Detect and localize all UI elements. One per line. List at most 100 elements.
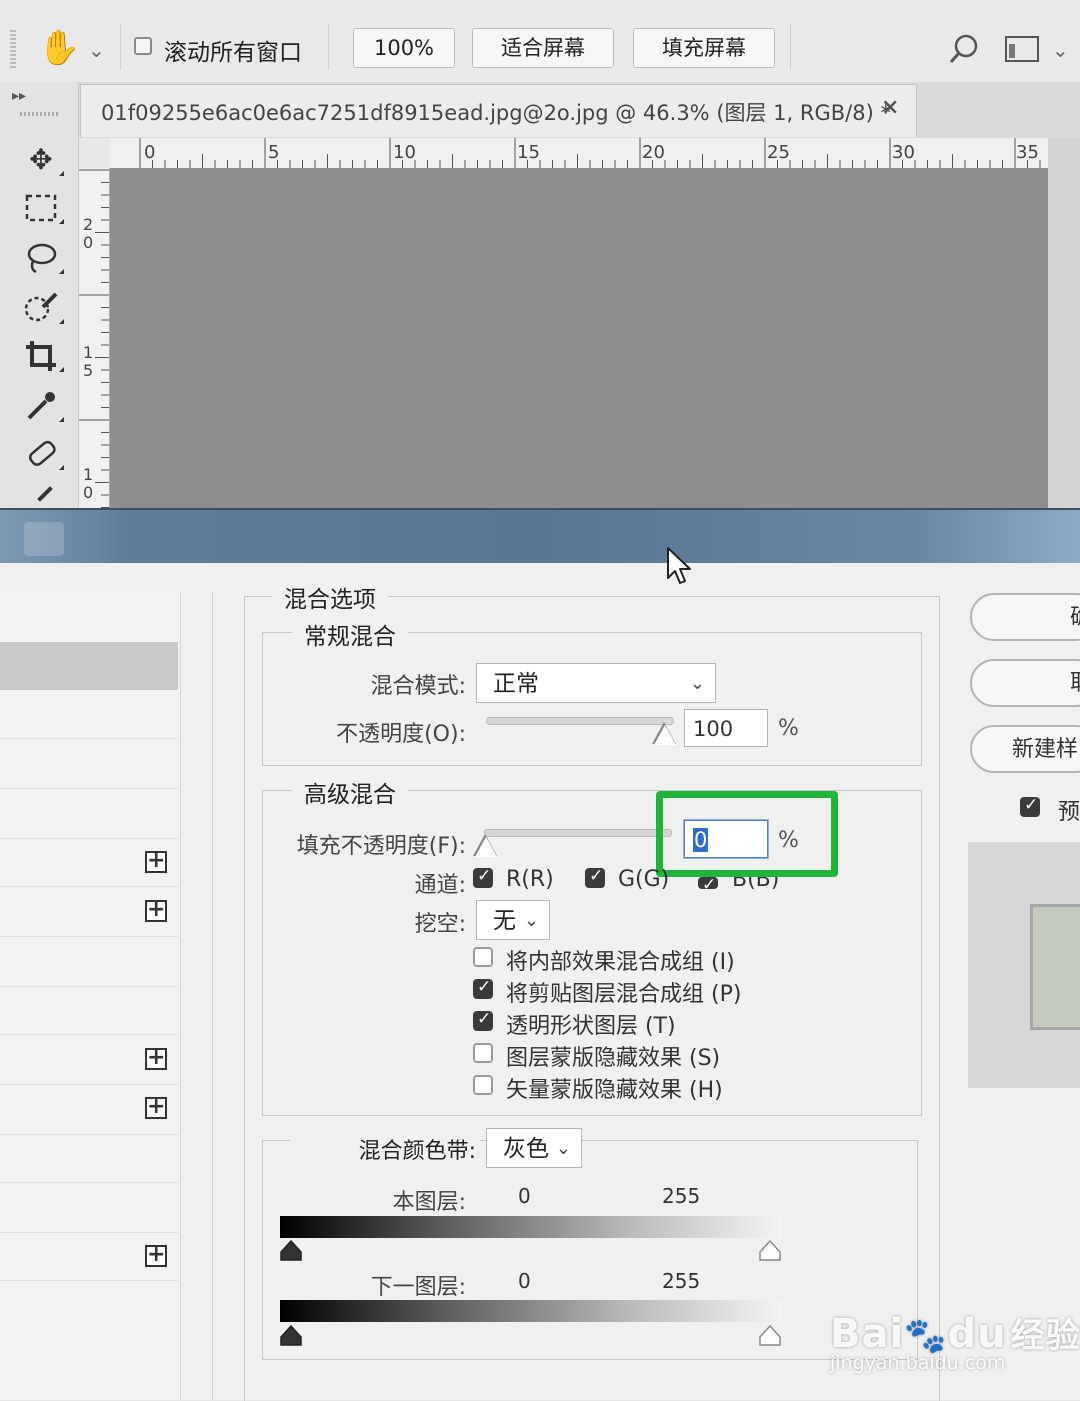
channel-b-checkbox[interactable] <box>698 875 718 895</box>
hand-icon[interactable]: ✋ <box>38 28 80 68</box>
blend-interior-effects-label: 将内部效果混合成组 (I) <box>506 950 735 975</box>
advanced-blending-legend: 高级混合 <box>292 775 408 809</box>
watermark-brand-c: 经验 <box>1010 1316 1080 1356</box>
ruler-label: 15 <box>517 142 540 163</box>
panel-grip[interactable] <box>20 112 60 116</box>
divider <box>790 24 791 70</box>
layer-style-dialog-titlebar[interactable] <box>0 508 1080 565</box>
blend-if-select[interactable]: 灰色 ⌄ <box>486 1128 582 1168</box>
underlying-layer-white-handle[interactable] <box>758 1324 782 1351</box>
add-style-icon[interactable]: + <box>145 1244 167 1267</box>
quick-selection-tool-icon[interactable] <box>18 288 64 328</box>
opacity-slider[interactable] <box>486 717 674 725</box>
marquee-tool-icon[interactable] <box>18 188 64 228</box>
eyedropper-tool-icon[interactable] <box>18 386 64 426</box>
cancel-button[interactable]: 取 <box>970 659 1080 707</box>
add-style-icon[interactable]: + <box>145 899 167 922</box>
channel-r-checkbox[interactable] <box>473 866 493 888</box>
list-item[interactable] <box>0 740 178 789</box>
list-item[interactable] <box>0 1134 178 1183</box>
ruler-label: 1 5 <box>83 343 94 380</box>
transparency-shapes-layer-checkbox[interactable] <box>473 1009 493 1031</box>
opacity-input[interactable]: 100 <box>684 709 768 747</box>
this-layer-max: 255 <box>662 1184 701 1208</box>
channel-r-label: R(R) <box>506 867 554 892</box>
ruler-label: 35 <box>1016 142 1039 163</box>
layer-mask-hides-effects-checkbox[interactable] <box>473 1043 493 1063</box>
blend-clipped-layers-label: 将剪贴图层混合成组 (P) <box>506 982 742 1007</box>
move-tool-icon[interactable]: ✥ <box>18 140 64 180</box>
chevron-down-icon[interactable]: ⌄ <box>88 38 105 62</box>
canvas-scroll-area[interactable] <box>1048 138 1080 508</box>
search-icon[interactable] <box>948 32 982 70</box>
paw-icon: 🐾 <box>904 1316 948 1356</box>
ruler-label: 20 <box>642 142 665 163</box>
workspace-icon[interactable] <box>1005 36 1039 66</box>
add-style-icon[interactable]: + <box>145 850 167 873</box>
blend-if-value: 灰色 <box>503 1136 549 1162</box>
healing-brush-tool-icon[interactable] <box>18 434 64 474</box>
brush-tool-icon[interactable] <box>37 486 53 502</box>
divider <box>120 24 121 70</box>
fill-screen-button[interactable]: 填充屏幕 <box>633 28 775 68</box>
this-layer-min: 0 <box>518 1184 531 1208</box>
ruler-label: 5 <box>268 142 280 163</box>
highlight-annotation-box <box>656 791 838 877</box>
this-layer-label: 本图层: <box>392 1190 466 1215</box>
list-item[interactable] <box>0 690 178 739</box>
list-item-selected[interactable] <box>0 642 178 690</box>
fit-screen-button[interactable]: 适合屏幕 <box>472 28 614 68</box>
this-layer-white-handle[interactable] <box>758 1239 782 1266</box>
cursor-arrow-icon <box>666 546 694 590</box>
panel-grip[interactable] <box>10 30 16 70</box>
vector-mask-hides-effects-checkbox[interactable] <box>473 1075 493 1095</box>
knockout-value: 无 <box>493 908 516 934</box>
lasso-tool-icon[interactable] <box>18 238 64 278</box>
watermark-url: jingyan.baidu.com <box>830 1352 1006 1374</box>
dialog-icon <box>24 522 64 556</box>
channel-b-label: B(B) <box>732 877 780 891</box>
chevron-down-icon[interactable]: ⌄ <box>1052 38 1069 62</box>
watermark-brand-b: du <box>947 1311 1007 1357</box>
ruler-label: 25 <box>767 142 790 163</box>
preview-checkbox[interactable] <box>1020 795 1040 817</box>
ruler-label: 30 <box>892 142 915 163</box>
list-item[interactable] <box>0 1184 178 1233</box>
add-style-icon[interactable]: + <box>145 1047 167 1070</box>
zoom-100-button[interactable]: 100% <box>353 28 455 68</box>
blend-options-legend: 混合选项 <box>272 580 388 614</box>
blend-clipped-layers-checkbox[interactable] <box>473 977 493 999</box>
close-tab-icon[interactable]: × <box>881 95 899 120</box>
divider <box>212 592 213 1400</box>
list-item[interactable] <box>0 986 178 1035</box>
scroll-all-windows-checkbox[interactable] <box>134 37 152 55</box>
list-item[interactable] <box>0 790 178 839</box>
slider-handle-fill <box>654 725 676 745</box>
blend-mode-select[interactable]: 正常 ⌄ <box>476 663 716 703</box>
underlying-layer-black-handle[interactable] <box>279 1324 303 1351</box>
document-tab[interactable]: 01f09255e6ac0e6ac7251df8915ead.jpg@2o.jp… <box>80 84 917 137</box>
collapse-icon[interactable]: ▸▸ <box>12 88 26 104</box>
layer-mask-hides-effects-label: 图层蒙版隐藏效果 (S) <box>506 1046 721 1071</box>
blend-interior-effects-checkbox[interactable] <box>473 947 493 967</box>
channel-g-checkbox[interactable] <box>585 866 605 888</box>
tools-panel: ▸▸ ✥ <box>0 82 79 507</box>
underlying-layer-min: 0 <box>518 1269 531 1293</box>
knockout-label: 挖空: <box>414 912 466 937</box>
this-layer-black-handle[interactable] <box>279 1239 303 1266</box>
ruler-origin[interactable] <box>79 138 111 169</box>
scroll-all-windows-label: 滚动所有窗口 <box>164 40 302 66</box>
new-style-button[interactable]: 新建样 <box>970 725 1080 773</box>
ruler-label: 0 <box>144 142 156 163</box>
blend-if-label: 混合颜色带: <box>358 1139 476 1164</box>
list-item[interactable] <box>0 938 178 987</box>
chevron-down-icon: ⌄ <box>689 673 705 694</box>
fill-opacity-slider[interactable] <box>484 829 672 837</box>
crop-tool-icon[interactable] <box>18 336 64 376</box>
add-style-icon[interactable]: + <box>145 1096 167 1119</box>
document-canvas[interactable] <box>110 168 1048 508</box>
ok-button[interactable]: 确 <box>970 593 1080 641</box>
this-layer-gradient <box>280 1216 782 1238</box>
knockout-select[interactable]: 无 ⌄ <box>476 900 550 940</box>
watermark-logo: Bai🐾du 经验 <box>830 1308 1080 1357</box>
